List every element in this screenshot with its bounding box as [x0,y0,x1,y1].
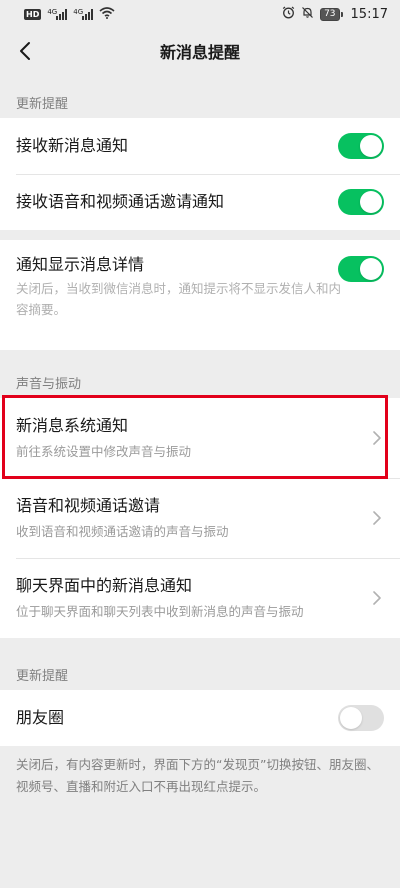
chevron-right-icon [370,428,384,448]
section-header-update-reminder: 更新提醒 [16,97,69,112]
row-receive-call-invite[interactable]: 接收语音和视频通话邀请通知 [0,174,400,230]
row-chat-notification-sound[interactable]: 聊天界面中的新消息通知 位于聊天界面和聊天列表中收到新消息的声音与振动 [0,558,400,638]
row-moments[interactable]: 朋友圈 [0,690,400,746]
clock-time: 15:17 [350,6,388,22]
wifi-icon [99,6,115,22]
group-sound-vibration: 新消息系统通知 前往系统设置中修改声音与振动 语音和视频通话邀请 收到语音和视频… [0,398,400,638]
receive-call-invite-toggle[interactable] [338,189,384,215]
status-bar: HD 4G 4G 73 15:17 [0,0,400,28]
row-call-invite-sound[interactable]: 语音和视频通话邀请 收到语音和视频通话邀请的声音与振动 [0,478,400,558]
receive-new-message-toggle[interactable] [338,133,384,159]
moments-toggle[interactable] [338,705,384,731]
chevron-left-icon [20,42,30,60]
row-label: 接收新消息通知 [16,136,129,155]
row-system-notification[interactable]: 新消息系统通知 前往系统设置中修改声音与振动 [0,398,400,478]
group-moments: 朋友圈 [0,690,400,746]
row-subtitle: 收到语音和视频通话邀请的声音与振动 [16,524,229,539]
row-label: 朋友圈 [16,708,65,727]
signal-icon-sim2: 4G [73,8,94,20]
section-header-sound-vibration: 声音与振动 [16,377,82,392]
page-title: 新消息提醒 [159,43,240,62]
row-label: 新消息系统通知 [16,416,129,435]
show-message-details-toggle[interactable] [338,256,384,282]
battery-level: 73 [320,7,340,21]
row-subtitle: 前往系统设置中修改声音与振动 [16,444,192,459]
row-show-message-details[interactable]: 通知显示消息详情 关闭后，当收到微信消息时，通知提示将不显示发信人和内容摘要。 [0,240,400,350]
row-subtitle: 位于聊天界面和聊天列表中收到新消息的声音与振动 [16,604,304,619]
section-header-update-reminder-2: 更新提醒 [16,669,69,684]
nav-bar: 新消息提醒 [0,28,400,74]
group-message-notifications: 接收新消息通知 接收语音和视频通话邀请通知 [0,118,400,230]
battery-icon: 73 [320,7,343,21]
row-label: 聊天界面中的新消息通知 [16,576,193,595]
hd-badge: HD [24,8,42,20]
row-label: 语音和视频通话邀请 [16,496,161,515]
alarm-icon [282,6,295,22]
status-right: 73 15:17 [282,6,388,22]
row-receive-new-message[interactable]: 接收新消息通知 [0,118,400,174]
signal-icon-sim1: 4G [47,8,68,20]
row-label: 通知显示消息详情 [16,255,145,274]
row-description: 关闭后，当收到微信消息时，通知提示将不显示发信人和内容摘要。 [16,281,342,317]
back-button[interactable] [10,36,40,66]
mute-bell-icon [301,6,314,22]
group-show-details: 通知显示消息详情 关闭后，当收到微信消息时，通知提示将不显示发信人和内容摘要。 [0,240,400,350]
sim2-network-label: 4G [73,8,84,16]
chevron-right-icon [370,588,384,608]
row-label: 接收语音和视频通话邀请通知 [16,192,225,211]
sim1-network-label: 4G [47,8,58,16]
status-left: HD 4G 4G [24,6,115,22]
moments-note: 关闭后，有内容更新时，界面下方的“发现页”切换按钮、朋友圈、视频号、直播和附近入… [16,757,379,794]
chevron-right-icon [370,508,384,528]
